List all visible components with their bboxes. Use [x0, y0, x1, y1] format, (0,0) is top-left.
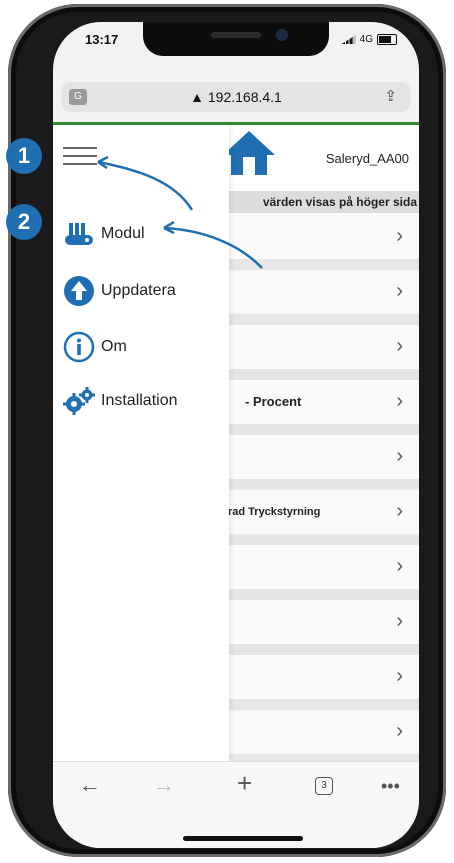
annotation-arrows: [97, 155, 263, 269]
callout-badge-2: 2: [6, 204, 42, 240]
callout-badge-1: 1: [6, 138, 42, 174]
